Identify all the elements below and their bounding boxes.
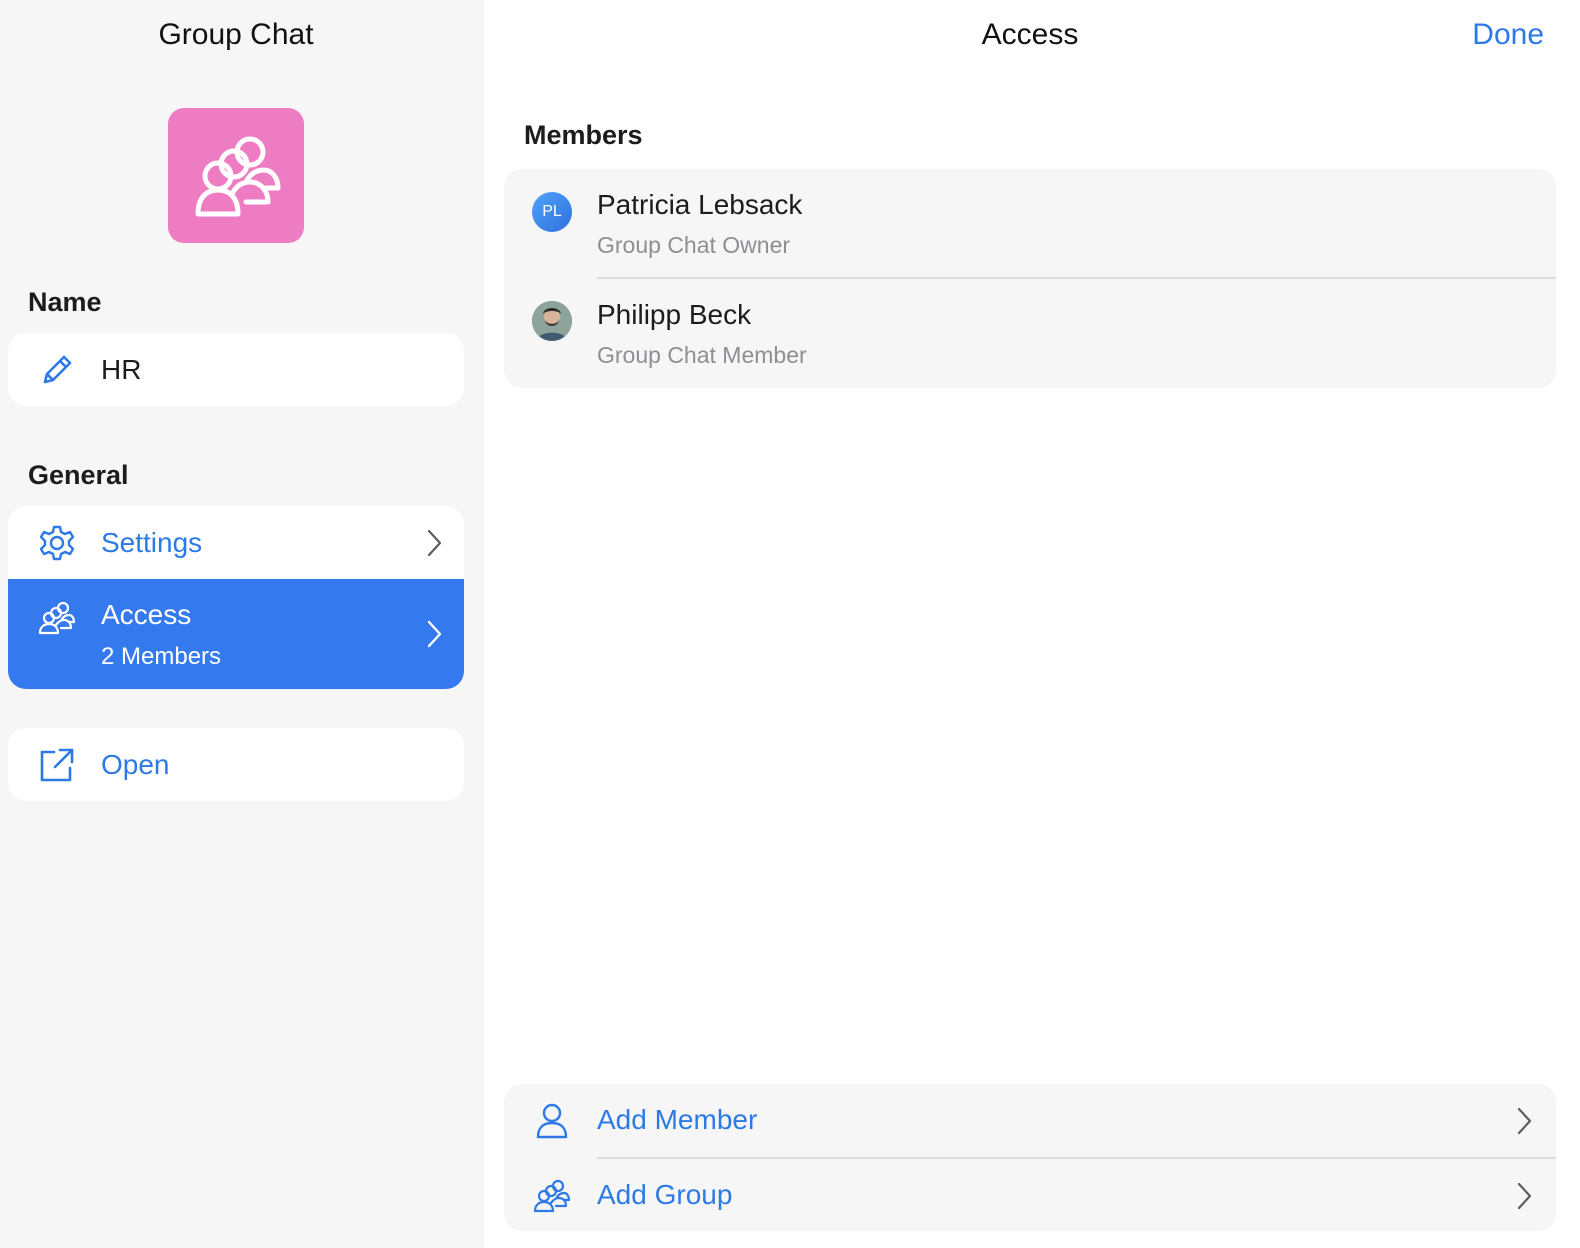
add-group-button[interactable]: Add Group xyxy=(504,1159,1556,1231)
chevron-right-icon xyxy=(427,620,442,648)
members-list: PL Patricia Lebsack Group Chat Owner Phi… xyxy=(504,169,1556,388)
actions-list: Add Member Add Group xyxy=(504,1084,1556,1231)
sidebar-item-settings[interactable]: Settings xyxy=(8,506,464,579)
group-icon xyxy=(38,599,76,637)
avatar-initials: PL xyxy=(542,203,562,220)
general-card: Settings Access 2 Members xyxy=(8,506,464,689)
person-icon xyxy=(536,1103,568,1139)
add-group-label: Add Group xyxy=(597,1179,733,1210)
add-member-button[interactable]: Add Member xyxy=(504,1084,1556,1157)
name-card: HR xyxy=(8,333,464,406)
external-link-icon xyxy=(38,746,76,784)
member-role: Group Chat Member xyxy=(597,342,807,368)
member-role: Group Chat Owner xyxy=(597,232,791,258)
name-section-header: Name xyxy=(28,287,102,317)
gear-icon xyxy=(38,524,76,562)
group-icon xyxy=(533,1179,571,1213)
general-section-header: General xyxy=(28,460,129,490)
name-field[interactable]: HR xyxy=(8,333,464,406)
add-member-label: Add Member xyxy=(597,1104,758,1135)
list-item[interactable]: Philipp Beck Group Chat Member xyxy=(504,279,1556,388)
group-name-value: HR xyxy=(101,353,142,385)
sidebar-item-access[interactable]: Access 2 Members xyxy=(8,579,464,689)
group-avatar[interactable] xyxy=(168,108,304,243)
sidebar-title: Group Chat xyxy=(158,18,314,51)
sidebar: Group Chat Name HR General Settings Acce… xyxy=(0,0,484,1248)
sidebar-item-sublabel: 2 Members xyxy=(101,643,222,670)
members-section-header: Members xyxy=(524,120,643,150)
done-button[interactable]: Done xyxy=(1472,18,1544,52)
open-label: Open xyxy=(101,748,170,780)
member-name: Philipp Beck xyxy=(597,299,752,330)
avatar xyxy=(532,301,572,341)
avatar: PL xyxy=(532,192,572,232)
chevron-right-icon xyxy=(1517,1107,1532,1135)
group-icon xyxy=(195,136,281,216)
chevron-right-icon xyxy=(1517,1182,1532,1210)
open-card: Open xyxy=(8,728,464,801)
access-panel: Access Done Members PL Patricia Lebsack … xyxy=(484,0,1580,1248)
chevron-right-icon xyxy=(427,529,442,556)
sidebar-item-label: Settings xyxy=(101,526,203,558)
page-title: Access xyxy=(981,18,1079,51)
member-name: Patricia Lebsack xyxy=(597,189,803,220)
pencil-icon xyxy=(38,351,76,389)
sidebar-item-label: Access xyxy=(101,599,192,630)
open-button[interactable]: Open xyxy=(8,728,464,801)
list-item[interactable]: PL Patricia Lebsack Group Chat Owner xyxy=(504,169,1556,278)
